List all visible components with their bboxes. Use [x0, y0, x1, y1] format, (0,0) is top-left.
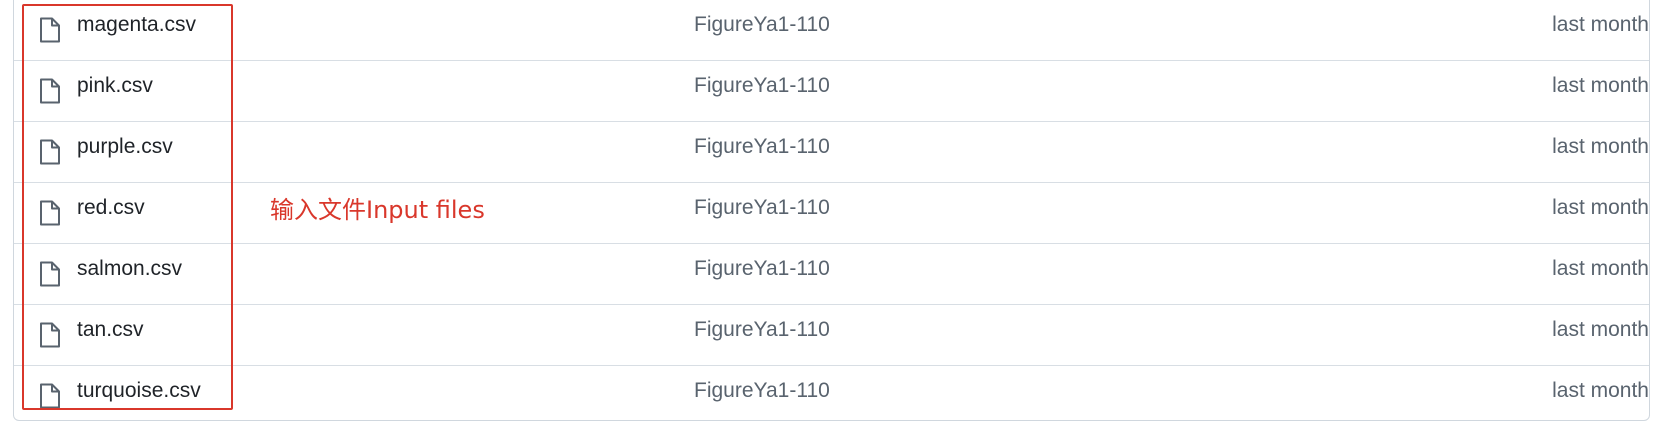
file-name-link[interactable]: magenta.csv — [77, 0, 196, 50]
commit-age: last month — [1552, 74, 1649, 97]
commit-age: last month — [1552, 13, 1649, 36]
commit-message-link[interactable]: FigureYa1-110 — [694, 305, 830, 355]
commit-message-link[interactable]: FigureYa1-110 — [694, 0, 830, 50]
file-name-link[interactable]: salmon.csv — [77, 244, 182, 294]
file-row[interactable]: magenta.csv FigureYa1-110 last month — [14, 0, 1649, 61]
file-icon — [38, 321, 62, 349]
commit-age: last month — [1552, 196, 1649, 219]
file-row[interactable]: turquoise.csv FigureYa1-110 last month — [14, 366, 1649, 427]
commit-message-link[interactable]: FigureYa1-110 — [694, 183, 830, 233]
file-icon — [38, 77, 62, 105]
commit-age: last month — [1552, 379, 1649, 402]
commit-message-link[interactable]: FigureYa1-110 — [694, 244, 830, 294]
file-icon — [38, 199, 62, 227]
file-name-link[interactable]: tan.csv — [77, 305, 144, 355]
file-row[interactable]: pink.csv FigureYa1-110 last month — [14, 61, 1649, 122]
file-name-link[interactable]: turquoise.csv — [77, 366, 201, 416]
commit-message-link[interactable]: FigureYa1-110 — [694, 61, 830, 111]
commit-message-link[interactable]: FigureYa1-110 — [694, 366, 830, 416]
file-icon — [38, 16, 62, 44]
commit-age: last month — [1552, 135, 1649, 158]
file-name-link[interactable]: pink.csv — [77, 61, 153, 111]
file-row[interactable]: tan.csv FigureYa1-110 last month — [14, 305, 1649, 366]
file-icon — [38, 138, 62, 166]
annotation-label: 输入文件Input files — [270, 196, 485, 224]
file-icon — [38, 260, 62, 288]
file-row[interactable]: red.csv FigureYa1-110 last month — [14, 183, 1649, 244]
file-name-link[interactable]: purple.csv — [77, 122, 173, 172]
commit-age: last month — [1552, 318, 1649, 341]
file-row[interactable]: salmon.csv FigureYa1-110 last month — [14, 244, 1649, 305]
commit-message-link[interactable]: FigureYa1-110 — [694, 122, 830, 172]
file-icon — [38, 382, 62, 410]
commit-age: last month — [1552, 257, 1649, 280]
file-list: magenta.csv FigureYa1-110 last month pin… — [14, 0, 1649, 427]
file-name-link[interactable]: red.csv — [77, 183, 145, 233]
file-row[interactable]: purple.csv FigureYa1-110 last month — [14, 122, 1649, 183]
